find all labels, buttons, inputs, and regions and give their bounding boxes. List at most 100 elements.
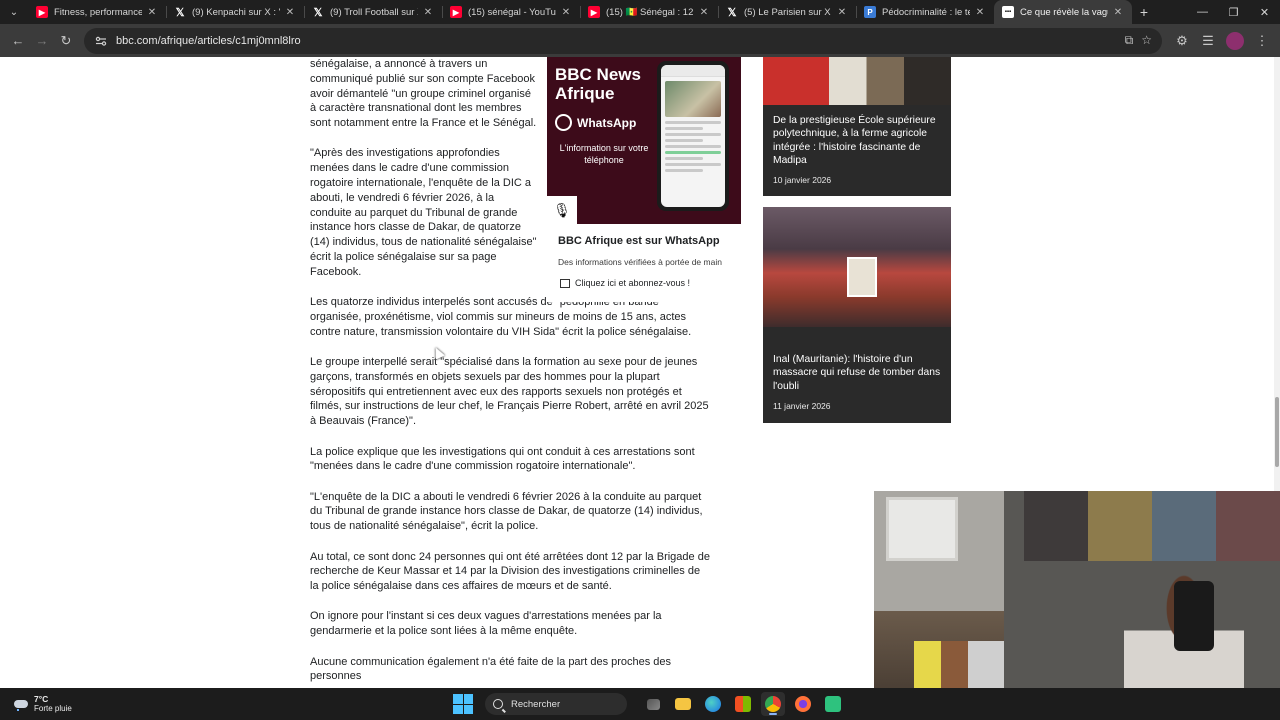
- x-icon: 𝕏: [313, 6, 323, 19]
- weather-temperature: 7°C: [34, 694, 49, 704]
- close-icon[interactable]: ✕: [560, 7, 572, 18]
- tab-3[interactable]: ▶ (15) sénégal - YouTube ✕: [442, 0, 580, 24]
- tab-title: (15) sénégal - YouTube: [468, 6, 556, 18]
- chrome-icon[interactable]: [761, 692, 785, 716]
- webcam-microphone: [1174, 581, 1214, 651]
- extensions-icon[interactable]: ⚙: [1170, 29, 1194, 53]
- close-icon[interactable]: ✕: [146, 7, 158, 18]
- whatsapp-promo-banner: BBC News Afrique WhatsApp L'information …: [547, 57, 741, 224]
- promo-subtitle: Des informations vérifiées à portée de m…: [558, 257, 722, 267]
- file-explorer-icon[interactable]: [671, 692, 695, 716]
- weather-widget[interactable]: 7°C Forte pluie: [12, 694, 72, 714]
- search-icon: [493, 699, 503, 709]
- whatsapp-promo-card[interactable]: BBC News Afrique WhatsApp L'information …: [547, 57, 741, 302]
- site-info-icon[interactable]: [94, 34, 108, 48]
- related-article-headline[interactable]: Inal (Mauritanie): l'histoire d'un massa…: [773, 353, 941, 393]
- related-article-card[interactable]: De la prestigieuse École supérieure poly…: [763, 57, 951, 196]
- tab-5[interactable]: 𝕏 (5) Le Parisien sur X : "Pé ✕: [718, 0, 856, 24]
- close-icon[interactable]: ✕: [698, 7, 710, 18]
- article-paragraph: Le groupe interpellé serait "spécialisé …: [310, 356, 709, 428]
- back-icon[interactable]: ←: [6, 29, 30, 53]
- article-paragraph: On ignore pour l'instant si ces deux vag…: [310, 610, 662, 638]
- youtube-icon: ▶: [588, 6, 600, 18]
- forward-icon[interactable]: →: [30, 29, 54, 53]
- subscribe-link[interactable]: Cliquez ici et abonnez-vous !: [560, 278, 741, 288]
- windows-start-icon[interactable]: [453, 694, 473, 714]
- portrait-photo: [847, 257, 877, 297]
- tab-2[interactable]: 𝕏 (9) Troll Football sur X : "A ✕: [304, 0, 442, 24]
- task-view-icon[interactable]: [641, 692, 665, 716]
- related-article-date: 10 janvier 2026: [773, 175, 832, 185]
- scrollbar-thumb[interactable]: [1275, 397, 1279, 467]
- tab-title: (5) Le Parisien sur X : "Pé: [744, 6, 832, 18]
- rain-cloud-icon: [12, 697, 30, 711]
- related-article-headline[interactable]: De la prestigieuse École supérieure poly…: [773, 114, 941, 167]
- webcam-posters: [1024, 491, 1280, 561]
- article-paragraph: "Après des investigations approfondies m…: [310, 147, 537, 278]
- browser-toolbar: ← → ↻ bbc.com/afrique/articles/c1mj0mnl8…: [0, 24, 1280, 57]
- close-icon[interactable]: ✕: [422, 7, 434, 18]
- tab-search-icon[interactable]: ⌄: [0, 0, 28, 24]
- bbc-icon: ▪▪▪: [1002, 6, 1014, 18]
- new-tab-icon[interactable]: +: [1132, 4, 1156, 20]
- tab-title: Fitness, performances : nu: [54, 6, 142, 18]
- taskbar-search[interactable]: Rechercher: [485, 693, 627, 715]
- tab-4[interactable]: ▶ (15) 🇸🇳 Sénégal : 12 perso ✕: [580, 0, 718, 24]
- related-article-image: [763, 57, 951, 105]
- close-icon[interactable]: ✕: [1112, 7, 1124, 18]
- x-icon: 𝕏: [175, 6, 185, 19]
- close-icon[interactable]: ✕: [284, 7, 296, 18]
- close-icon[interactable]: ✕: [836, 7, 848, 18]
- tab-6[interactable]: P Pédocriminalité : le terrifi ✕: [856, 0, 994, 24]
- weather-condition: Forte pluie: [34, 704, 72, 713]
- extensions-area: ⚙ ☰: [1170, 29, 1220, 53]
- x-icon: 𝕏: [727, 6, 737, 19]
- webcam-overlay: [874, 491, 1280, 720]
- bookmark-star-icon[interactable]: ☆: [1141, 33, 1152, 48]
- tab-title: (15) 🇸🇳 Sénégal : 12 perso: [606, 6, 694, 18]
- wiki-icon: P: [864, 6, 876, 18]
- close-icon[interactable]: ✕: [974, 7, 986, 18]
- menu-kebab-icon[interactable]: ⋮: [1250, 29, 1274, 53]
- phone-mockup: [657, 61, 729, 211]
- microphone-icon: 🎙: [547, 196, 577, 224]
- webcam-window-bg: [886, 497, 958, 561]
- article-paragraph: sénégalaise, a annoncé à travers un comm…: [310, 58, 537, 130]
- firefox-icon[interactable]: [791, 692, 815, 716]
- promo-brand: BBC News Afrique: [555, 65, 641, 103]
- tab-strip: ⌄ ▶ Fitness, performances : nu ✕ 𝕏 (9) Kenp…: [0, 0, 1280, 24]
- related-article-card[interactable]: Inal (Mauritanie): l'histoire d'un massa…: [763, 207, 951, 423]
- article-paragraph: "L'enquête de la DIC a abouti le vendred…: [310, 490, 703, 533]
- youtube-icon: ▶: [450, 6, 462, 18]
- streaming-app-icon[interactable]: [821, 692, 845, 716]
- tab-7-active[interactable]: ▪▪▪ Ce que révèle la vague d' ✕: [994, 0, 1132, 24]
- subscribe-link-label: Cliquez ici et abonnez-vous !: [575, 278, 691, 288]
- promo-tagline: L'information sur votre téléphone: [559, 143, 649, 165]
- window-controls: — ❐ ✕: [1187, 0, 1280, 24]
- taskbar-apps: Rechercher: [453, 688, 845, 720]
- related-article-image: [763, 207, 951, 327]
- media-controls-icon[interactable]: ☰: [1196, 29, 1220, 53]
- tab-0[interactable]: ▶ Fitness, performances : nu ✕: [28, 0, 166, 24]
- promo-whatsapp-label: WhatsApp: [577, 115, 637, 130]
- related-article-date: 11 janvier 2026: [773, 401, 831, 411]
- promo-whatsapp-line: WhatsApp: [555, 114, 636, 131]
- external-link-icon: [560, 278, 570, 288]
- profile-avatar[interactable]: [1226, 31, 1244, 50]
- promo-title: BBC Afrique est sur WhatsApp: [558, 235, 720, 247]
- article-paragraph: La police explique que les investigation…: [310, 445, 695, 473]
- youtube-icon: ▶: [36, 6, 48, 18]
- phone-screen: [661, 65, 725, 207]
- store-icon[interactable]: [731, 692, 755, 716]
- edge-icon[interactable]: [701, 692, 725, 716]
- tab-1[interactable]: 𝕏 (9) Kenpachi sur X : "Kylia ✕: [166, 0, 304, 24]
- install-app-icon[interactable]: ⧉: [1125, 33, 1134, 48]
- windows-taskbar: 7°C Forte pluie Rechercher: [0, 688, 1280, 720]
- tab-title: Ce que révèle la vague d': [1020, 6, 1108, 18]
- reload-icon[interactable]: ↻: [54, 29, 78, 53]
- maximize-icon[interactable]: ❐: [1218, 0, 1249, 24]
- article-paragraph: Aucune communication également n'a été f…: [310, 655, 672, 683]
- address-bar[interactable]: bbc.com/afrique/articles/c1mj0mnl8lro ⧉ …: [84, 27, 1162, 54]
- close-window-icon[interactable]: ✕: [1249, 0, 1280, 24]
- minimize-icon[interactable]: —: [1187, 0, 1218, 24]
